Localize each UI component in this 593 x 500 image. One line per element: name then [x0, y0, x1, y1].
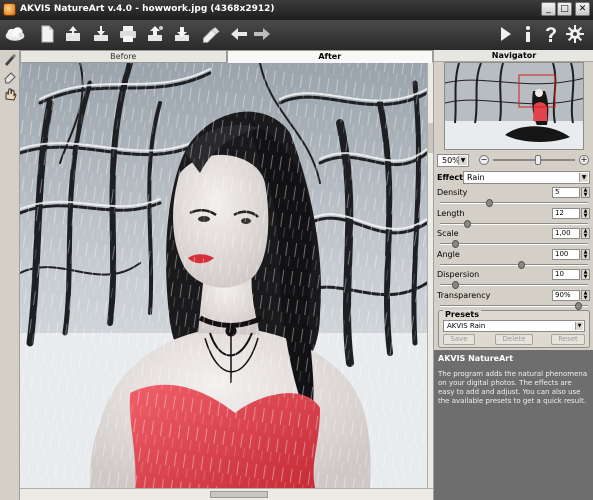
zoom-slider-handle[interactable] — [535, 155, 542, 165]
param-row: Density 5 ▲ ▼ — [434, 186, 593, 208]
open-file-icon[interactable] — [62, 23, 84, 45]
app-logo-icon — [3, 3, 16, 16]
title-bar: AKVIS NatureArt v.4.0 - howwork.jpg (436… — [0, 0, 593, 20]
info-icon[interactable] — [517, 23, 539, 45]
param-value-input[interactable]: 100 — [552, 248, 580, 260]
param-value-input[interactable]: 1,00 — [552, 228, 580, 239]
param-row: Scale 1,00 ▲ ▼ — [434, 227, 593, 249]
print-icon[interactable] — [117, 23, 139, 45]
zoom-select[interactable]: 50% ▼ — [437, 154, 469, 167]
tab-after[interactable]: After — [226, 50, 433, 63]
spinner-arrows-icon[interactable]: ▲ ▼ — [581, 187, 590, 198]
param-label: Angle — [437, 249, 460, 259]
param-row: Dispersion 10 ▲ ▼ — [434, 268, 593, 290]
presets-group: Presets AKVIS Rain ▼ Save Delete Reset — [438, 310, 590, 348]
maximize-button[interactable]: □ — [557, 2, 572, 16]
redo-arrow-icon[interactable] — [251, 23, 273, 45]
horizontal-scrollbar[interactable] — [20, 488, 433, 500]
param-value-input[interactable]: 5 — [552, 187, 580, 198]
zoom-controls: 50% ▼ − + — [437, 154, 591, 168]
param-label: Dispersion — [437, 270, 480, 279]
toolbar — [0, 20, 593, 50]
param-label: Length — [437, 208, 465, 218]
settings-panel: Navigator 50% ▼ − + Effect: Rain ▼ Densi… — [433, 50, 593, 500]
processed-photo — [20, 63, 427, 488]
save-preset-button[interactable]: Save — [443, 334, 475, 345]
reset-preset-button[interactable]: Reset — [551, 334, 585, 345]
image-canvas[interactable] — [20, 63, 427, 488]
download-icon[interactable] — [171, 23, 193, 45]
navigator-thumbnail — [445, 63, 583, 149]
param-slider-handle[interactable] — [574, 301, 582, 310]
param-slider[interactable] — [440, 243, 588, 245]
help-panel: AKVIS NatureArt The program adds the nat… — [434, 350, 593, 500]
run-play-icon[interactable] — [494, 23, 516, 45]
effect-value: Rain — [467, 173, 485, 182]
tools-sidebar — [0, 50, 20, 500]
view-tabs: Before After — [20, 50, 433, 63]
zoom-out-button[interactable]: − — [479, 155, 489, 165]
param-label: Transparency — [437, 290, 491, 300]
spinner-arrows-icon[interactable]: ▲ ▼ — [581, 289, 590, 301]
help-title: AKVIS NatureArt — [438, 354, 514, 363]
preset-select[interactable]: AKVIS Rain ▼ — [443, 320, 585, 332]
brush-icon[interactable] — [2, 52, 18, 67]
effect-select[interactable]: Rain ▼ — [463, 171, 590, 184]
spinner-arrows-icon[interactable]: ▲ ▼ — [581, 228, 590, 239]
chevron-down-icon: ▼ — [579, 173, 588, 182]
new-document-icon[interactable] — [36, 23, 58, 45]
tab-before[interactable]: Before — [20, 50, 227, 63]
param-label: Scale — [437, 229, 459, 238]
param-slider[interactable] — [440, 284, 588, 286]
undo-arrow-icon[interactable] — [228, 23, 250, 45]
navigator-title: Navigator — [434, 50, 593, 62]
chevron-down-icon: ▼ — [458, 156, 467, 165]
effect-row: Effect: Rain ▼ — [434, 170, 593, 186]
hand-icon[interactable] — [2, 86, 18, 101]
param-label: Density — [437, 188, 468, 197]
param-row: Transparency 90% ▲ ▼ — [434, 289, 593, 311]
spinner-arrows-icon[interactable]: ▲ ▼ — [581, 248, 590, 260]
help-text: The program adds the natural phenomena o… — [438, 370, 588, 405]
chevron-down-icon: ▼ — [575, 322, 583, 330]
eraser-brush-icon[interactable] — [200, 23, 226, 45]
spinner-arrows-icon[interactable]: ▲ ▼ — [581, 269, 590, 280]
effect-label: Effect: — [437, 173, 467, 182]
delete-preset-button[interactable]: Delete — [495, 334, 533, 345]
settings-gear-icon[interactable] — [564, 23, 586, 45]
param-slider[interactable] — [440, 304, 588, 307]
upload-share-icon[interactable] — [144, 23, 166, 45]
minimize-button[interactable]: _ — [541, 2, 556, 16]
presets-title: Presets — [443, 310, 482, 319]
zoom-in-button[interactable]: + — [579, 155, 589, 165]
param-row: Angle 100 ▲ ▼ — [434, 248, 593, 270]
close-button[interactable]: ✕ — [575, 2, 590, 16]
param-slider[interactable] — [440, 263, 588, 266]
logo-cloud-icon[interactable] — [4, 23, 30, 45]
preset-value: AKVIS Rain — [447, 322, 486, 330]
param-value-input[interactable]: 90% — [552, 289, 580, 301]
save-file-icon[interactable] — [90, 23, 112, 45]
window-title: AKVIS NatureArt v.4.0 - howwork.jpg (436… — [20, 4, 275, 14]
navigator-preview[interactable] — [444, 62, 584, 150]
param-value-input[interactable]: 12 — [552, 207, 580, 219]
param-value-input[interactable]: 10 — [552, 269, 580, 280]
param-slider[interactable] — [440, 222, 588, 225]
spinner-arrows-icon[interactable]: ▲ ▼ — [581, 207, 590, 219]
help-icon[interactable] — [540, 23, 562, 45]
param-row: Length 12 ▲ ▼ — [434, 207, 593, 229]
eraser-icon[interactable] — [2, 69, 18, 84]
zoom-slider[interactable] — [493, 159, 575, 161]
param-slider[interactable] — [440, 202, 588, 204]
